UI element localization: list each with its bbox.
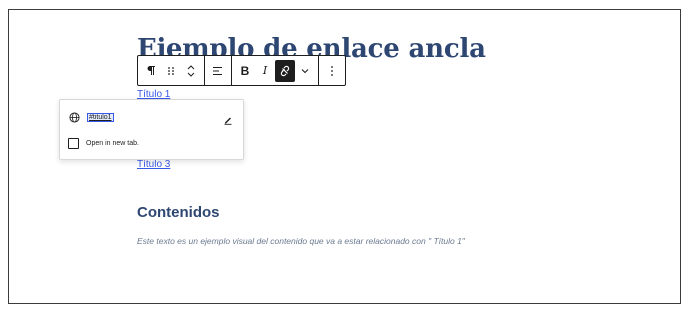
paragraph-icon[interactable] <box>141 60 161 82</box>
link-url-row: #titulo1 <box>69 112 237 125</box>
block-controls-group <box>138 56 205 85</box>
edit-link-button[interactable] <box>223 112 233 125</box>
alignment-group <box>205 56 232 85</box>
options-group <box>319 56 345 85</box>
more-vertical-icon <box>331 65 333 76</box>
globe-icon <box>69 112 80 123</box>
bold-button[interactable]: B <box>235 60 255 82</box>
chevron-down-icon <box>301 68 309 73</box>
italic-button[interactable]: I <box>255 60 275 82</box>
move-up-down-icon[interactable] <box>181 60 201 82</box>
content-paragraph[interactable]: Este texto es un ejemplo visual del cont… <box>137 236 465 246</box>
open-new-tab-checkbox[interactable] <box>68 138 79 149</box>
anchor-link-titulo-3[interactable]: Título 3 <box>137 159 170 170</box>
unlink-icon <box>280 65 290 76</box>
open-new-tab-label: Open in new tab. <box>86 140 139 147</box>
more-options-button[interactable] <box>322 60 342 82</box>
drag-handle-icon[interactable] <box>161 60 181 82</box>
unlink-button[interactable] <box>275 59 295 82</box>
align-left-icon[interactable] <box>208 60 228 82</box>
open-new-tab-row[interactable]: Open in new tab. <box>68 138 139 149</box>
link-popover: #titulo1 Open in new tab. <box>59 99 244 160</box>
pencil-icon <box>224 117 232 125</box>
section-heading[interactable]: Contenidos <box>137 204 220 221</box>
editor-canvas: Ejemplo de enlace ancla B I Título 1 Tít… <box>8 9 681 304</box>
formatting-group: B I <box>232 56 319 85</box>
block-toolbar: B I <box>137 55 346 86</box>
link-url[interactable]: #titulo1 <box>87 113 114 122</box>
more-rich-text-button[interactable] <box>295 60 315 82</box>
